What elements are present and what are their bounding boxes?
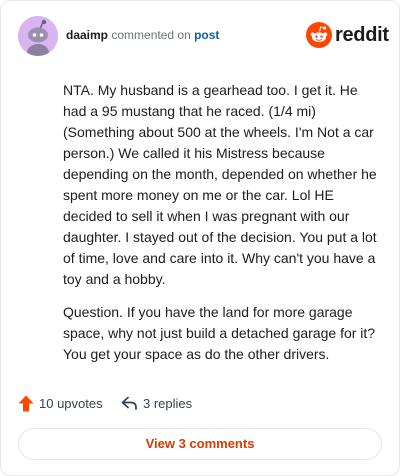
- user-avatar[interactable]: [18, 16, 58, 56]
- upvote-arrow-icon: [18, 395, 34, 412]
- reply-count: 3 replies: [143, 396, 193, 411]
- comment-body: NTA. My husband is a gearhead too. I get…: [63, 80, 379, 377]
- reddit-logo[interactable]: reddit: [306, 22, 389, 50]
- post-link[interactable]: post: [194, 28, 219, 42]
- comment-card: daaimp commented on post reddit NTA. My …: [0, 0, 400, 476]
- reddit-snoo-icon: [306, 22, 332, 48]
- snoo-avatar-icon: [18, 16, 58, 56]
- comment-meta: daaimp commented on post: [66, 27, 219, 43]
- comment-paragraph: NTA. My husband is a gearhead too. I get…: [63, 82, 377, 287]
- upvote-count: 10 upvotes: [39, 396, 103, 411]
- view-comments-button[interactable]: View 3 comments: [18, 428, 382, 460]
- comment-paragraph: Question. If you have the land for more …: [63, 304, 376, 362]
- comment-header: daaimp commented on post reddit: [18, 16, 389, 56]
- username[interactable]: daaimp: [66, 28, 108, 42]
- reddit-wordmark: reddit: [335, 24, 389, 46]
- comment-action-text: commented on: [111, 28, 191, 42]
- reply-icon: [121, 396, 137, 410]
